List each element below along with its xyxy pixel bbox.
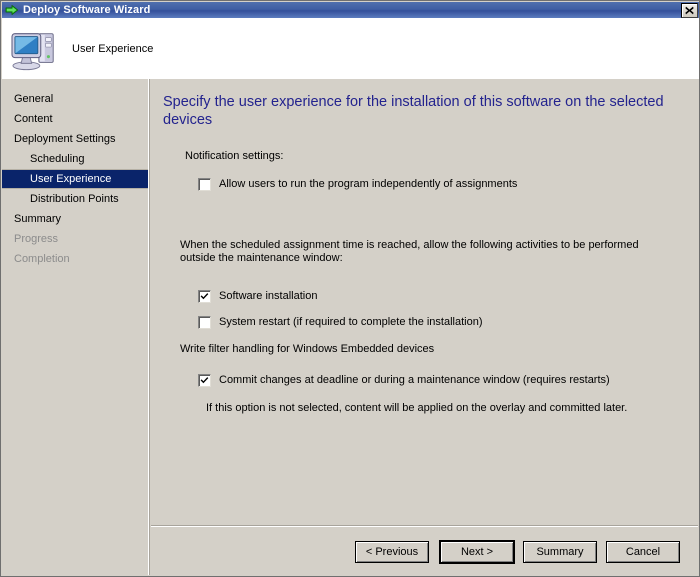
software-installation-checkbox-row[interactable]: Software installation	[198, 289, 686, 303]
wizard-footer: < Previous Next > Summary Cancel	[151, 528, 698, 575]
sidebar-item-summary[interactable]: Summary	[2, 209, 148, 229]
system-restart-checkbox[interactable]	[198, 316, 211, 329]
allow-users-checkbox-row[interactable]: Allow users to run the program independe…	[198, 177, 686, 191]
computer-icon	[10, 26, 60, 72]
allow-users-checkbox[interactable]	[198, 178, 211, 191]
cancel-button[interactable]: Cancel	[606, 541, 680, 563]
notification-settings-label: Notification settings:	[185, 150, 686, 162]
write-filter-label: Write filter handling for Windows Embedd…	[180, 343, 662, 356]
green-arrow-icon	[5, 4, 19, 16]
sidebar-item-general[interactable]: General	[2, 89, 148, 109]
main-content-panel: Specify the user experience for the inst…	[151, 79, 698, 524]
previous-button[interactable]: < Previous	[355, 541, 429, 563]
commit-changes-note: If this option is not selected, content …	[206, 402, 686, 414]
checkmark-icon	[200, 292, 209, 301]
sidebar-item-progress: Progress	[2, 229, 148, 249]
close-button[interactable]	[681, 3, 698, 18]
settings-body: Notification settings: Allow users to ru…	[163, 150, 686, 414]
header-page-title: User Experience	[72, 43, 153, 55]
next-button[interactable]: Next >	[440, 541, 514, 563]
software-installation-checkbox[interactable]	[198, 290, 211, 303]
commit-changes-checkbox[interactable]	[198, 374, 211, 387]
title-bar: Deploy Software Wizard	[2, 2, 700, 18]
system-restart-checkbox-label: System restart (if required to complete …	[219, 315, 483, 329]
page-heading: Specify the user experience for the inst…	[163, 93, 668, 129]
deploy-software-wizard-window: Deploy Software Wizard User Experience	[0, 0, 700, 577]
close-icon	[685, 6, 694, 15]
commit-changes-checkbox-row[interactable]: Commit changes at deadline or during a m…	[198, 373, 686, 387]
maintenance-window-paragraph: When the scheduled assignment time is re…	[180, 239, 662, 265]
commit-changes-checkbox-label: Commit changes at deadline or during a m…	[219, 373, 610, 387]
footer-divider	[151, 525, 698, 527]
checkmark-icon	[200, 376, 209, 385]
software-installation-checkbox-label: Software installation	[219, 289, 317, 303]
sidebar-item-content[interactable]: Content	[2, 109, 148, 129]
sidebar-item-distribution-points[interactable]: Distribution Points	[2, 189, 148, 209]
sidebar-item-deployment-settings[interactable]: Deployment Settings	[2, 129, 148, 149]
sidebar-divider	[148, 79, 150, 575]
sidebar-item-scheduling[interactable]: Scheduling	[2, 149, 148, 169]
wizard-header: User Experience	[2, 18, 700, 79]
wizard-navigation-sidebar: General Content Deployment Settings Sche…	[2, 79, 148, 575]
sidebar-item-user-experience[interactable]: User Experience	[2, 169, 148, 189]
sidebar-item-completion: Completion	[2, 249, 148, 269]
summary-button[interactable]: Summary	[523, 541, 597, 563]
window-title: Deploy Software Wizard	[23, 4, 681, 16]
system-restart-checkbox-row[interactable]: System restart (if required to complete …	[198, 315, 686, 329]
allow-users-checkbox-label: Allow users to run the program independe…	[219, 177, 517, 191]
